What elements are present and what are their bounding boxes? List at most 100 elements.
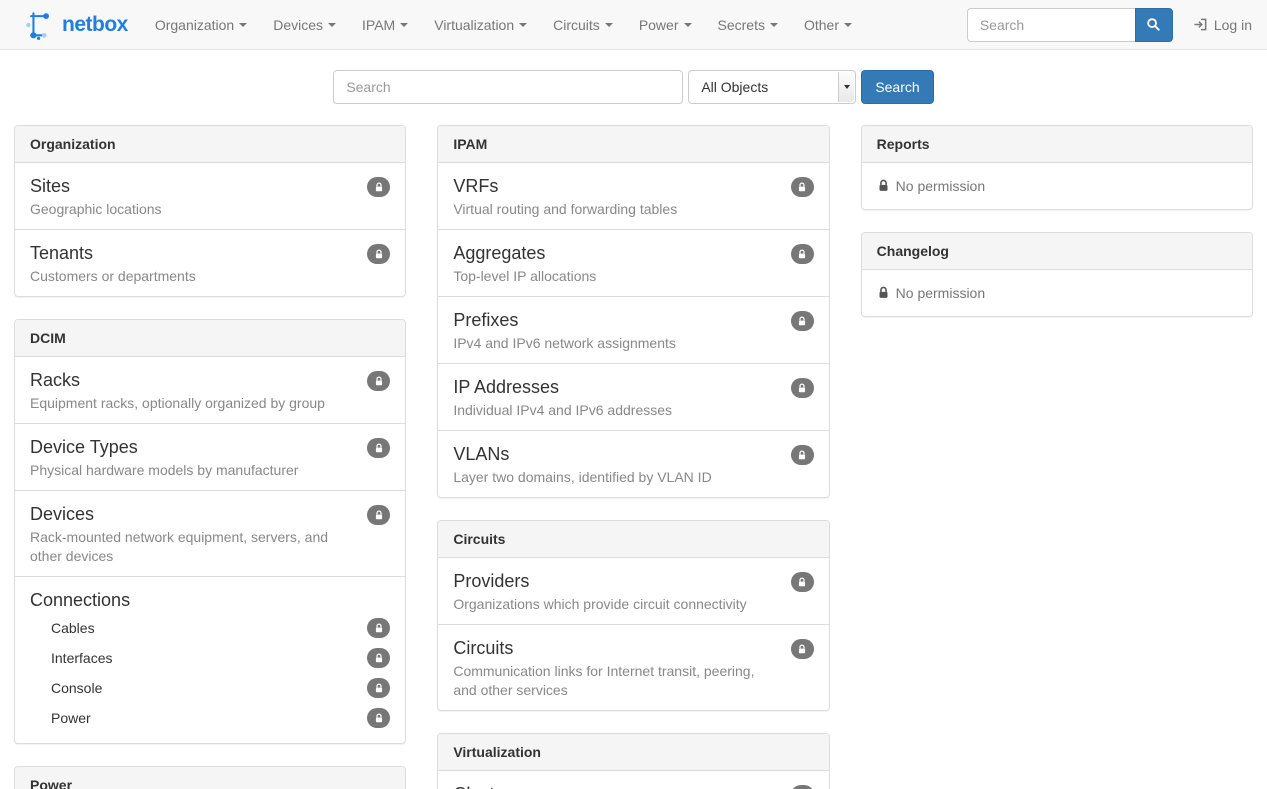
item-description: Customers or departments (30, 267, 367, 286)
nav-item-circuits[interactable]: Circuits (540, 2, 626, 48)
item-description: Equipment racks, optionally organized by… (30, 394, 367, 413)
link-power[interactable]: Power (51, 710, 91, 726)
nav-item-label: Power (639, 17, 679, 33)
list-item: IP AddressesIndividual IPv4 and IPv6 add… (438, 363, 828, 430)
nav-item-label: Circuits (553, 17, 600, 33)
navbar-search-group (967, 8, 1173, 42)
item-description: IPv4 and IPv6 network assignments (453, 334, 790, 353)
list-item-content: VRFsVirtual routing and forwarding table… (453, 173, 790, 219)
no-permission-label: No permission (896, 178, 985, 194)
link-clusters[interactable]: Clusters (453, 781, 519, 789)
magnifier-icon (1146, 17, 1161, 32)
lock-icon (797, 644, 807, 655)
nav-item-power[interactable]: Power (626, 2, 705, 48)
nav-menu-item: Organization (142, 0, 260, 50)
link-aggregates[interactable]: Aggregates (453, 240, 545, 266)
nav-menu-item: Other (791, 0, 865, 50)
link-console[interactable]: Console (51, 680, 102, 696)
netbox-brand-link[interactable]: netbox (25, 10, 128, 40)
lock-badge (367, 505, 390, 525)
lock-badge (367, 244, 390, 264)
column-1: OrganizationSitesGeographic locationsTen… (14, 125, 406, 789)
nav-item-label: Organization (155, 17, 234, 33)
nav-item-label: Devices (273, 17, 323, 33)
lock-icon (797, 316, 807, 327)
navbar-search-input[interactable] (967, 8, 1135, 42)
lock-icon (374, 249, 384, 260)
link-prefixes[interactable]: Prefixes (453, 307, 518, 333)
panel-virtualization: VirtualizationClusters (437, 733, 829, 789)
sub-list-item: Console (30, 673, 390, 703)
list-item-content: VLANsLayer two domains, identified by VL… (453, 441, 790, 487)
link-device-types[interactable]: Device Types (30, 434, 138, 460)
link-devices[interactable]: Devices (30, 501, 94, 527)
sub-list-item: Power (30, 703, 390, 733)
lock-badge (791, 378, 814, 398)
sub-list-item: Interfaces (30, 643, 390, 673)
panel-reports: Reports No permission (861, 125, 1253, 210)
nav-item-virtualization[interactable]: Virtualization (421, 2, 540, 48)
panel-title: Reports (862, 126, 1252, 163)
panel-title: Power (15, 767, 405, 789)
link-tenants[interactable]: Tenants (30, 240, 93, 266)
sign-in-icon (1193, 17, 1208, 32)
lock-badge (367, 177, 390, 197)
link-interfaces[interactable]: Interfaces (51, 650, 112, 666)
list-item: VLANsLayer two domains, identified by VL… (438, 430, 828, 497)
link-racks[interactable]: Racks (30, 367, 80, 393)
lock-badge (791, 445, 814, 465)
link-circuits[interactable]: Circuits (453, 635, 513, 661)
list-item: DevicesRack-mounted network equipment, s… (15, 490, 405, 576)
nav-menu-item: Secrets (705, 0, 791, 50)
global-search-input[interactable] (333, 70, 683, 104)
dashboard-columns: OrganizationSitesGeographic locationsTen… (0, 125, 1267, 789)
link-vlans[interactable]: VLANs (453, 441, 509, 467)
global-search-form: All Objects Search (0, 70, 1267, 104)
item-description: Layer two domains, identified by VLAN ID (453, 468, 790, 487)
login-link[interactable]: Log in (1193, 17, 1252, 33)
chevron-down-icon (328, 23, 336, 27)
item-description: Top-level IP allocations (453, 267, 790, 286)
global-search-button[interactable]: Search (861, 70, 933, 104)
link-sites[interactable]: Sites (30, 173, 70, 199)
list-item-content: DevicesRack-mounted network equipment, s… (30, 501, 367, 566)
link-providers[interactable]: Providers (453, 568, 529, 594)
lock-badge (791, 785, 814, 789)
list-item-content: ProvidersOrganizations which provide cir… (453, 568, 790, 614)
lock-badge (791, 177, 814, 197)
item-description: Individual IPv4 and IPv6 addresses (453, 401, 790, 420)
nav-item-devices[interactable]: Devices (260, 2, 349, 48)
no-permission-label: No permission (896, 285, 985, 301)
link-ip-addresses[interactable]: IP Addresses (453, 374, 559, 400)
list-item-content: SitesGeographic locations (30, 173, 367, 219)
list-item-content: PrefixesIPv4 and IPv6 network assignment… (453, 307, 790, 353)
column-2: IPAMVRFsVirtual routing and forwarding t… (437, 125, 829, 789)
lock-icon (797, 450, 807, 461)
nav-item-organization[interactable]: Organization (142, 2, 260, 48)
nav-item-ipam[interactable]: IPAM (349, 2, 421, 48)
nav-menu-item: Power (626, 0, 705, 50)
panel-title: Changelog (862, 233, 1252, 270)
object-type-value: All Objects (701, 79, 768, 95)
login-label: Log in (1214, 17, 1252, 33)
chevron-down-icon (239, 23, 247, 27)
list-item-content: IP AddressesIndividual IPv4 and IPv6 add… (453, 374, 790, 420)
nav-item-other[interactable]: Other (791, 2, 865, 48)
link-cables[interactable]: Cables (51, 620, 95, 636)
list-item: AggregatesTop-level IP allocations (438, 229, 828, 296)
lock-icon (797, 182, 807, 193)
navbar-search-button[interactable] (1135, 8, 1173, 42)
link-connections[interactable]: Connections (30, 587, 130, 613)
chevron-down-icon (770, 23, 778, 27)
list-item-content: AggregatesTop-level IP allocations (453, 240, 790, 286)
object-type-select[interactable]: All Objects (688, 70, 856, 104)
nav-item-label: Virtualization (434, 17, 514, 33)
lock-icon (797, 249, 807, 260)
list-item-content: RacksEquipment racks, optionally organiz… (30, 367, 367, 413)
lock-icon (877, 179, 890, 193)
link-vrfs[interactable]: VRFs (453, 173, 498, 199)
lock-icon (374, 182, 384, 193)
lock-icon (797, 383, 807, 394)
nav-item-secrets[interactable]: Secrets (705, 2, 791, 48)
column-3: Reports No permission Changelog No permissi… (861, 125, 1253, 339)
